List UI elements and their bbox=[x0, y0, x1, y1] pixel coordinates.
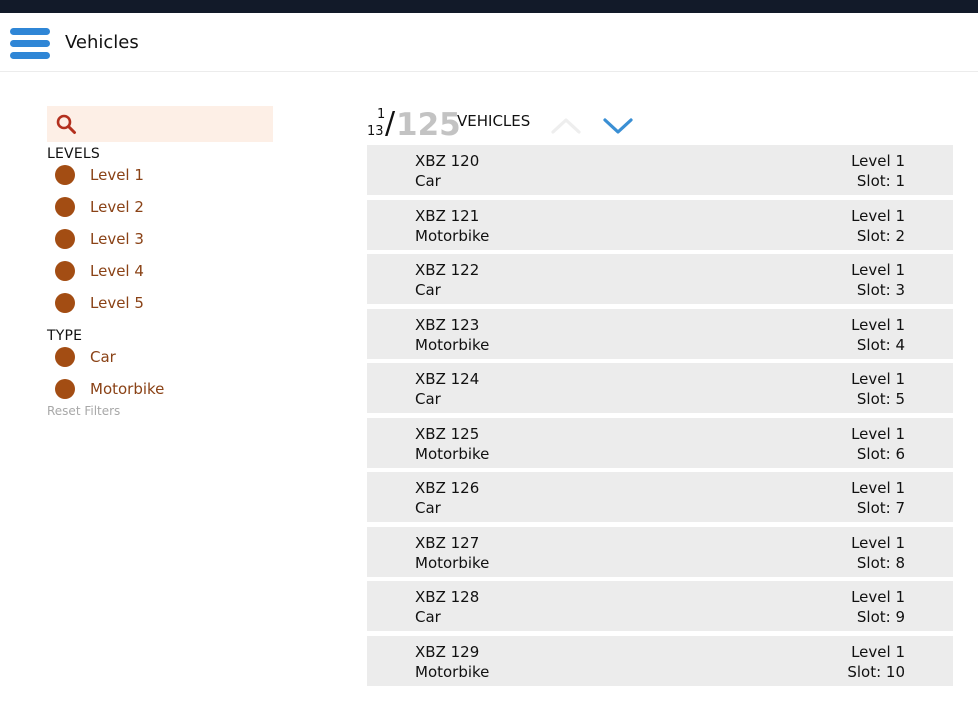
vehicle-type: Car bbox=[415, 499, 441, 517]
top-bar bbox=[0, 0, 978, 13]
vehicle-slot: Slot: 7 bbox=[856, 499, 905, 517]
vehicle-slot: Slot: 1 bbox=[856, 172, 905, 190]
vehicle-type: Motorbike bbox=[415, 553, 490, 572]
filter-label: Motorbike bbox=[90, 380, 165, 398]
vehicle-type: Motorbike bbox=[415, 444, 490, 463]
filter-level-4[interactable]: Level 4 bbox=[47, 258, 273, 290]
vehicle-type: Motorbike bbox=[415, 335, 490, 354]
type-heading: TYPE bbox=[47, 328, 83, 344]
vehicle-type: Car bbox=[415, 281, 441, 299]
vehicle-plate: XBZ 126 bbox=[415, 479, 480, 497]
vehicle-level: Level 1 bbox=[851, 479, 905, 497]
count-label: VEHICLES bbox=[457, 112, 531, 130]
vehicle-level: Level 1 bbox=[851, 261, 905, 279]
total-pages: 13 bbox=[367, 124, 384, 139]
vehicle-slot: Slot: 8 bbox=[856, 553, 905, 572]
search-input[interactable] bbox=[83, 112, 267, 138]
filter-label: Level 3 bbox=[90, 230, 144, 248]
vehicle-row[interactable]: XBZ 120 Car Level 1 Slot: 1 bbox=[367, 145, 953, 195]
filter-level-3[interactable]: Level 3 bbox=[47, 226, 273, 258]
vehicle-type: Car bbox=[415, 608, 441, 626]
vehicle-row[interactable]: XBZ 123 Motorbike Level 1 Slot: 4 bbox=[367, 308, 953, 359]
filter-radio-dot[interactable] bbox=[55, 379, 75, 399]
levels-heading: LEVELS bbox=[47, 146, 100, 162]
filter-radio-dot[interactable] bbox=[55, 261, 75, 281]
vehicle-row[interactable]: XBZ 121 Motorbike Level 1 Slot: 2 bbox=[367, 199, 953, 250]
vehicle-plate: XBZ 121 bbox=[415, 206, 480, 225]
hamburger-menu-icon[interactable] bbox=[10, 28, 50, 60]
list-header: 1 13 / 125 VEHICLES bbox=[367, 104, 953, 145]
filter-level-5[interactable]: Level 5 bbox=[47, 290, 273, 322]
vehicle-row[interactable]: XBZ 122 Car Level 1 Slot: 3 bbox=[367, 254, 953, 304]
vehicle-type: Car bbox=[415, 390, 441, 408]
vehicle-type: Car bbox=[415, 172, 441, 190]
filter-label: Level 5 bbox=[90, 294, 144, 312]
vehicle-level: Level 1 bbox=[851, 206, 905, 225]
vehicle-list: XBZ 120 Car Level 1 Slot: 1 XBZ 121 Moto… bbox=[367, 145, 953, 686]
filter-radio-dot[interactable] bbox=[55, 229, 75, 249]
filter-radio-dot[interactable] bbox=[55, 197, 75, 217]
vehicle-plate: XBZ 123 bbox=[415, 315, 480, 334]
search-box[interactable] bbox=[47, 106, 273, 142]
vehicle-level: Level 1 bbox=[851, 424, 905, 443]
filter-type-motorbike[interactable]: Motorbike bbox=[47, 376, 273, 408]
vehicle-slot: Slot: 3 bbox=[856, 281, 905, 299]
vehicle-type: Motorbike bbox=[415, 226, 490, 245]
type-filter-list: Car Motorbike bbox=[47, 344, 273, 408]
app-header: Vehicles bbox=[0, 13, 978, 72]
vehicle-plate: XBZ 124 bbox=[415, 370, 480, 388]
vehicle-row[interactable]: XBZ 124 Car Level 1 Slot: 5 bbox=[367, 363, 953, 413]
vehicle-row[interactable]: XBZ 127 Motorbike Level 1 Slot: 8 bbox=[367, 526, 953, 577]
vehicle-level: Level 1 bbox=[851, 588, 905, 606]
vehicle-level: Level 1 bbox=[851, 370, 905, 388]
vehicle-slot: Slot: 2 bbox=[856, 226, 905, 245]
total-vehicle-count: 125 bbox=[396, 107, 461, 143]
vehicle-list-panel: 1 13 / 125 VEHICLES XBZ 120 Car Level 1 … bbox=[367, 104, 953, 690]
chevron-up-icon[interactable] bbox=[550, 114, 582, 136]
filter-level-2[interactable]: Level 2 bbox=[47, 194, 273, 226]
filter-radio-dot[interactable] bbox=[55, 165, 75, 185]
vehicle-level: Level 1 bbox=[851, 533, 905, 552]
filter-radio-dot[interactable] bbox=[55, 347, 75, 367]
chevron-down-icon[interactable] bbox=[602, 114, 634, 136]
vehicle-plate: XBZ 128 bbox=[415, 588, 480, 606]
vehicle-row[interactable]: XBZ 128 Car Level 1 Slot: 9 bbox=[367, 581, 953, 631]
vehicle-level: Level 1 bbox=[851, 642, 905, 661]
vehicle-slot: Slot: 4 bbox=[856, 335, 905, 354]
vehicle-plate: XBZ 120 bbox=[415, 152, 480, 170]
vehicle-level: Level 1 bbox=[851, 152, 905, 170]
filter-radio-dot[interactable] bbox=[55, 293, 75, 313]
vehicle-plate: XBZ 122 bbox=[415, 261, 480, 279]
vehicle-slot: Slot: 9 bbox=[856, 608, 905, 626]
vehicle-plate: XBZ 129 bbox=[415, 642, 480, 661]
levels-filter-list: Level 1 Level 2 Level 3 Level 4 Level 5 bbox=[47, 162, 273, 322]
vehicle-plate: XBZ 127 bbox=[415, 533, 480, 552]
vehicle-slot: Slot: 5 bbox=[856, 390, 905, 408]
vehicle-slot: Slot: 10 bbox=[847, 662, 905, 681]
vehicle-row[interactable]: XBZ 125 Motorbike Level 1 Slot: 6 bbox=[367, 417, 953, 468]
page-title: Vehicles bbox=[65, 32, 139, 53]
vehicle-slot: Slot: 6 bbox=[856, 444, 905, 463]
filter-level-1[interactable]: Level 1 bbox=[47, 162, 273, 194]
filter-type-car[interactable]: Car bbox=[47, 344, 273, 376]
vehicle-plate: XBZ 125 bbox=[415, 424, 480, 443]
vehicle-row[interactable]: XBZ 129 Motorbike Level 1 Slot: 10 bbox=[367, 635, 953, 686]
filter-label: Level 1 bbox=[90, 166, 144, 184]
filter-label: Level 4 bbox=[90, 262, 144, 280]
filter-label: Level 2 bbox=[90, 198, 144, 216]
vehicle-type: Motorbike bbox=[415, 662, 490, 681]
vehicle-row[interactable]: XBZ 126 Car Level 1 Slot: 7 bbox=[367, 472, 953, 522]
filter-label: Car bbox=[90, 348, 116, 366]
vehicle-level: Level 1 bbox=[851, 315, 905, 334]
page-slash: / bbox=[385, 106, 396, 141]
search-icon bbox=[56, 114, 76, 134]
filter-sidebar: LEVELS Level 1 Level 2 Level 3 Level 4 L… bbox=[47, 106, 273, 418]
